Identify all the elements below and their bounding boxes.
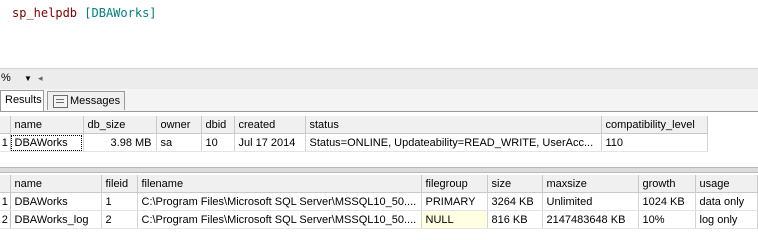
tab-results-label: Results (5, 94, 42, 106)
table-cell[interactable]: 1 (101, 192, 138, 211)
row-number[interactable]: 2 (0, 210, 11, 229)
code-line: sp_helpdb [DBAWorks] (12, 6, 157, 20)
column-header[interactable]: db_size (83, 116, 157, 134)
table-cell[interactable]: 2147483648 KB (542, 210, 639, 229)
table-cell-null[interactable]: NULL (421, 210, 488, 229)
row-number[interactable]: 1 (0, 133, 11, 152)
table-cell[interactable]: DBAWorks (10, 133, 84, 152)
table-cell[interactable]: sa (156, 133, 202, 152)
tab-messages-label: Messages (70, 95, 121, 107)
column-header[interactable]: filegroup (421, 175, 488, 193)
column-header[interactable]: status (305, 116, 602, 134)
table-row: 2 DBAWorks_log 2 C:\Program Files\Micros… (0, 210, 758, 229)
chevron-down-icon[interactable]: ▼ (24, 71, 32, 86)
column-header[interactable]: name (10, 116, 84, 134)
scroll-left-icon[interactable]: ◂ (38, 71, 43, 86)
column-header[interactable]: fileid (101, 175, 138, 193)
tab-messages[interactable]: Messages (47, 91, 125, 110)
table-cell[interactable]: C:\Program Files\Microsoft SQL Server\MS… (137, 192, 422, 211)
column-header[interactable]: created (234, 116, 306, 134)
zoom-bar: % ▼ ◂ (0, 68, 758, 90)
table-cell[interactable]: DBAWorks_log (10, 210, 102, 229)
tab-results[interactable]: Results (0, 90, 44, 111)
grid-splitter[interactable] (0, 167, 758, 173)
table-cell[interactable]: data only (695, 192, 758, 211)
table-row: 1 DBAWorks 3.98 MB sa 10 Jul 17 2014 Sta… (0, 133, 708, 152)
table-cell[interactable]: C:\Program Files\Microsoft SQL Server\MS… (137, 210, 422, 229)
messages-icon (53, 95, 68, 108)
table-cell[interactable]: log only (695, 210, 758, 229)
column-header[interactable]: compatibility_level (601, 116, 708, 134)
query-editor[interactable]: sp_helpdb [DBAWorks] (0, 0, 758, 68)
column-header[interactable]: filename (137, 175, 422, 193)
table-cell[interactable]: 110 (601, 133, 708, 152)
table-cell[interactable]: 3264 KB (487, 192, 543, 211)
table-cell[interactable]: 10% (638, 210, 696, 229)
result-grid-1: name db_size owner dbid created status c… (0, 116, 708, 152)
column-header[interactable]: dbid (201, 116, 235, 134)
table-cell[interactable]: 1024 KB (638, 192, 696, 211)
column-header[interactable]: owner (156, 116, 202, 134)
column-header[interactable]: usage (695, 175, 758, 193)
table-cell[interactable]: Jul 17 2014 (234, 133, 306, 152)
table-cell[interactable]: 816 KB (487, 210, 543, 229)
result-grid-2: name fileid filename filegroup size maxs… (0, 175, 758, 229)
table-cell[interactable]: 2 (101, 210, 138, 229)
column-header[interactable]: growth (638, 175, 696, 193)
results-tab-strip: Results Messages (0, 89, 758, 112)
table-cell[interactable]: 10 (201, 133, 235, 152)
column-header[interactable]: maxsize (542, 175, 639, 193)
table-cell[interactable]: 3.98 MB (83, 133, 157, 152)
table-row: 1 DBAWorks 1 C:\Program Files\Microsoft … (0, 192, 758, 211)
column-header[interactable]: name (10, 175, 102, 193)
column-header[interactable]: size (487, 175, 543, 193)
code-argument: [DBAWorks] (84, 6, 157, 20)
table-cell[interactable]: Unlimited (542, 192, 639, 211)
grid-header-row: name fileid filename filegroup size maxs… (0, 175, 758, 193)
grid-header-row: name db_size owner dbid created status c… (0, 116, 708, 134)
table-cell[interactable]: PRIMARY (421, 192, 488, 211)
row-header-corner (0, 116, 11, 134)
results-pane: name db_size owner dbid created status c… (0, 112, 758, 238)
table-cell[interactable]: Status=ONLINE, Updateability=READ_WRITE,… (305, 133, 602, 152)
row-number[interactable]: 1 (0, 192, 11, 211)
code-keyword: sp_helpdb (12, 6, 78, 20)
table-cell[interactable]: DBAWorks (10, 192, 102, 211)
row-header-corner (0, 175, 11, 193)
